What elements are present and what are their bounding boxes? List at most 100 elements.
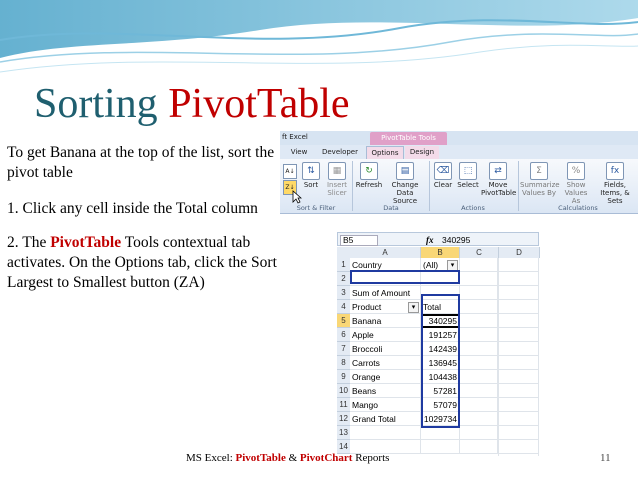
cell-d[interactable] [499, 272, 539, 286]
tab-design[interactable]: Design [405, 146, 439, 159]
group-calculations: Calculations [558, 204, 598, 212]
tab-options[interactable]: Options [366, 146, 404, 160]
cell-b[interactable] [421, 272, 460, 286]
fields-items-sets-button[interactable]: fx Fields, Items, & Sets [594, 162, 636, 205]
cell-c[interactable] [460, 356, 498, 370]
row-header[interactable]: 11 [337, 398, 350, 412]
cell-b[interactable]: 57281 [421, 384, 460, 398]
row-header[interactable]: 4 [337, 300, 350, 314]
select-button[interactable]: ⬚ Select [456, 162, 480, 189]
sigma-icon: Σ [530, 162, 548, 180]
cell-c[interactable] [460, 384, 498, 398]
cell-a[interactable]: Banana [350, 314, 421, 328]
cell-d[interactable] [499, 384, 539, 398]
cell-c[interactable] [460, 300, 498, 314]
cell-b[interactable] [421, 426, 460, 440]
cell-d[interactable] [499, 328, 539, 342]
cell-a[interactable]: Sum of Amount [350, 286, 421, 300]
cell-d[interactable] [499, 258, 539, 272]
row-header[interactable]: 10 [337, 384, 350, 398]
group-actions: Actions [461, 204, 485, 212]
row-header[interactable]: 13 [337, 426, 350, 440]
cell-d[interactable] [499, 356, 539, 370]
row-header[interactable]: 7 [337, 342, 350, 356]
cell-d[interactable] [499, 300, 539, 314]
cell-b[interactable]: 142439 [421, 342, 460, 356]
cell-a[interactable]: Broccoli [350, 342, 421, 356]
cell-b[interactable]: (All) ▾ [421, 258, 460, 272]
cell-c[interactable] [460, 370, 498, 384]
column-header-d[interactable]: D [499, 247, 540, 258]
summarize-values-by-button[interactable]: Σ Summarize Values By [520, 162, 560, 197]
cell-d[interactable] [499, 440, 539, 454]
cell-c[interactable] [460, 272, 498, 286]
cell-c[interactable] [460, 426, 498, 440]
fx-icon[interactable]: fx [426, 235, 434, 245]
cell-c[interactable] [460, 398, 498, 412]
cell-a[interactable]: Mango [350, 398, 421, 412]
name-box[interactable]: B5 [340, 235, 378, 246]
cell-b[interactable]: 1029734 [421, 412, 460, 426]
sort-icon: ⇅ [302, 162, 320, 180]
tab-view[interactable]: View [284, 146, 314, 159]
cell-b[interactable]: 104438 [421, 370, 460, 384]
cell-a[interactable] [350, 426, 421, 440]
clear-button[interactable]: ⌫ Clear [431, 162, 455, 189]
cell-d[interactable] [499, 286, 539, 300]
row-header[interactable]: 3 [337, 286, 350, 300]
cell-c[interactable] [460, 342, 498, 356]
cell-c[interactable] [460, 440, 498, 454]
cell-b[interactable]: Total [421, 300, 460, 314]
cell-d[interactable] [499, 314, 539, 328]
show-values-as-button[interactable]: % Show Values As [560, 162, 592, 205]
change-data-source-button[interactable]: ▤ Change Data Source [384, 162, 426, 205]
fx-icon: fx [606, 162, 624, 180]
filter-dropdown-icon[interactable]: ▾ [408, 302, 419, 313]
cell-b[interactable]: 57079 [421, 398, 460, 412]
cell-a[interactable]: Country [350, 258, 421, 272]
row-header[interactable]: 1 [337, 258, 350, 272]
header-wave-decoration [0, 0, 638, 73]
cell-d[interactable] [499, 342, 539, 356]
cell-c[interactable] [460, 412, 498, 426]
cell-a[interactable]: Grand Total [350, 412, 421, 426]
row-header[interactable]: 9 [337, 370, 350, 384]
cell-c[interactable] [460, 258, 498, 272]
cell-d[interactable] [499, 412, 539, 426]
cell-a[interactable]: Orange [350, 370, 421, 384]
cell-a[interactable]: Beans [350, 384, 421, 398]
column-header-c[interactable]: C [460, 247, 499, 258]
insert-slicer-button[interactable]: ▦ Insert Slicer [324, 162, 350, 197]
row-header[interactable]: 6 [337, 328, 350, 342]
row-header[interactable]: 2 [337, 272, 350, 286]
row-header[interactable]: 5 [337, 314, 350, 328]
cell-b[interactable] [421, 440, 460, 454]
cell-c[interactable] [460, 286, 498, 300]
cell-a[interactable] [350, 272, 421, 286]
active-cell-b5[interactable]: 340295 [421, 314, 460, 328]
cell-a[interactable]: Product ▾ [350, 300, 421, 314]
cell-a[interactable]: Apple [350, 328, 421, 342]
sort-ascending-button[interactable]: A↓ [283, 164, 297, 179]
mouse-cursor-icon [292, 190, 302, 204]
formula-value[interactable]: 340295 [442, 235, 470, 245]
cell-c[interactable] [460, 328, 498, 342]
tab-developer[interactable]: Developer [318, 146, 362, 159]
cell-d[interactable] [499, 426, 539, 440]
row-header[interactable]: 12 [337, 412, 350, 426]
refresh-button[interactable]: ↻ Refresh [355, 162, 383, 189]
cell-d[interactable] [499, 370, 539, 384]
select-all-corner[interactable] [337, 247, 351, 258]
cell-b[interactable]: 191257 [421, 328, 460, 342]
cell-a[interactable]: Carrots [350, 356, 421, 370]
cell-b[interactable]: 136945 [421, 356, 460, 370]
move-pivottable-button[interactable]: ⇄ Move PivotTable [481, 162, 516, 197]
cell-c[interactable] [460, 314, 498, 328]
column-header-a[interactable]: A [350, 247, 421, 258]
sort-button[interactable]: ⇅ Sort [300, 162, 322, 189]
filter-dropdown-icon[interactable]: ▾ [447, 260, 458, 271]
cell-d[interactable] [499, 398, 539, 412]
cell-b[interactable] [421, 286, 460, 300]
row-header[interactable]: 8 [337, 356, 350, 370]
column-header-b[interactable]: B [421, 247, 460, 258]
